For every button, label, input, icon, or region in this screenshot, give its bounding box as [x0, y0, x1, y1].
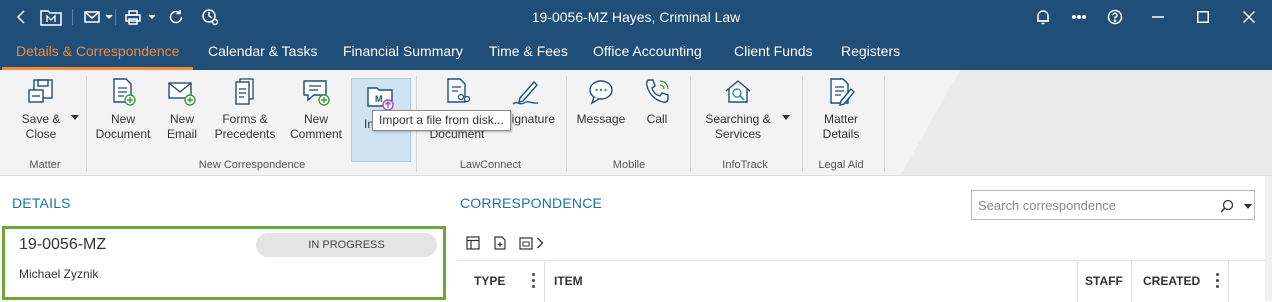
new-email-button[interactable]: New Email — [160, 76, 204, 158]
mail-icon[interactable] — [82, 0, 102, 34]
client-name: Michael Zyznik — [19, 267, 99, 281]
details-section-title: DETAILS — [12, 195, 71, 211]
share-document-icon — [447, 78, 471, 103]
more-options-icon[interactable] — [1068, 0, 1090, 34]
refresh-icon[interactable] — [165, 0, 187, 34]
created-column-menu-icon[interactable] — [1216, 273, 1220, 289]
maximize-icon[interactable] — [1191, 0, 1215, 34]
searching-services-button[interactable]: Searching & Services — [700, 76, 776, 158]
matter-folder-small-icon[interactable] — [519, 236, 533, 250]
save-close-button[interactable]: Save & Close — [14, 76, 68, 158]
add-folder-icon[interactable] — [493, 236, 507, 250]
phone-call-icon — [645, 79, 669, 103]
group-label-mobile: Mobile — [612, 159, 646, 171]
print-dropdown-icon[interactable] — [147, 0, 157, 34]
tab-financial-summary[interactable]: Financial Summary — [343, 34, 463, 70]
title-bar: 19-0056-MZ Hayes, Criminal Law — [0, 0, 1272, 34]
vertical-scrollbar[interactable] — [1265, 176, 1272, 301]
import-folder-icon: M — [367, 87, 394, 111]
status-badge: IN PROGRESS — [256, 233, 437, 257]
column-header-type[interactable]: TYPE — [474, 274, 505, 288]
ribbon-background-decoration — [900, 70, 1272, 175]
close-icon[interactable] — [1237, 0, 1261, 34]
new-document-button[interactable]: New Document — [93, 76, 153, 158]
column-header-staff[interactable]: STAFF — [1085, 274, 1123, 288]
group-label-new-correspondence: New Correspondence — [198, 159, 306, 171]
matter-number: 19-0056-MZ — [19, 236, 107, 253]
new-email-icon — [168, 82, 196, 106]
call-button[interactable]: Call — [636, 76, 678, 158]
house-search-icon — [725, 80, 751, 103]
notifications-bell-icon[interactable] — [1032, 0, 1054, 34]
ribbon: Save & Close Matter New Document New Ema… — [0, 70, 1272, 176]
minimize-icon[interactable] — [1146, 0, 1170, 34]
search-icon[interactable] — [1220, 199, 1234, 213]
import-tooltip: Import a file from disk... — [372, 110, 511, 131]
correspondence-section-title: CORRESPONDENCE — [460, 195, 603, 211]
tab-client-funds[interactable]: Client Funds — [734, 34, 813, 70]
tab-calendar-tasks[interactable]: Calendar & Tasks — [208, 34, 317, 70]
back-icon[interactable] — [10, 0, 32, 34]
correspondence-search — [971, 190, 1255, 220]
help-icon[interactable] — [1104, 0, 1126, 34]
mail-dropdown-icon[interactable] — [104, 0, 114, 34]
tab-details-correspondence[interactable]: Details & Correspondence — [1, 34, 194, 70]
new-document-icon — [113, 78, 136, 106]
tab-office-accounting[interactable]: Office Accounting — [593, 34, 702, 70]
column-header-created[interactable]: CREATED — [1143, 274, 1200, 288]
group-label-infotrack: InfoTrack — [722, 159, 768, 171]
matter-details-card[interactable]: 19-0056-MZ IN PROGRESS Michael Zyznik — [2, 226, 446, 300]
new-comment-icon — [303, 80, 330, 106]
new-comment-button[interactable]: New Comment — [286, 76, 346, 158]
group-label-lawconnect: LawConnect — [459, 159, 522, 171]
save-close-dropdown-icon[interactable] — [71, 115, 79, 120]
message-bubble-icon — [589, 80, 613, 105]
forms-precedents-icon — [235, 78, 254, 105]
message-button[interactable]: Message — [574, 76, 628, 158]
search-dropdown-icon[interactable] — [1244, 204, 1252, 209]
group-label-legal-aid: Legal Aid — [818, 159, 864, 171]
tab-time-fees[interactable]: Time & Fees — [489, 34, 568, 70]
matter-details-icon — [830, 78, 855, 106]
group-label-matter: Matter — [29, 159, 61, 171]
searching-services-dropdown-icon[interactable] — [782, 115, 790, 120]
column-layout-icon[interactable] — [466, 236, 480, 250]
svg-text:M: M — [375, 94, 383, 104]
type-column-menu-icon[interactable] — [532, 273, 536, 289]
forms-precedents-button[interactable]: Forms & Precedents — [213, 76, 277, 158]
matter-details-button[interactable]: Matter Details — [812, 76, 870, 158]
main-tabs: Details & Correspondence Calendar & Task… — [0, 34, 1272, 70]
esignature-pen-icon — [512, 80, 539, 105]
time-settings-icon[interactable] — [199, 0, 221, 34]
matter-folder-icon[interactable] — [38, 0, 64, 34]
print-icon[interactable] — [122, 0, 144, 34]
save-icon — [28, 79, 53, 103]
chevron-right-icon[interactable] — [536, 237, 544, 249]
column-header-item[interactable]: ITEM — [554, 274, 583, 288]
search-input[interactable] — [978, 195, 1208, 215]
tab-registers[interactable]: Registers — [841, 34, 900, 70]
correspondence-table-header: TYPE ITEM STAFF CREATED — [457, 260, 1272, 302]
